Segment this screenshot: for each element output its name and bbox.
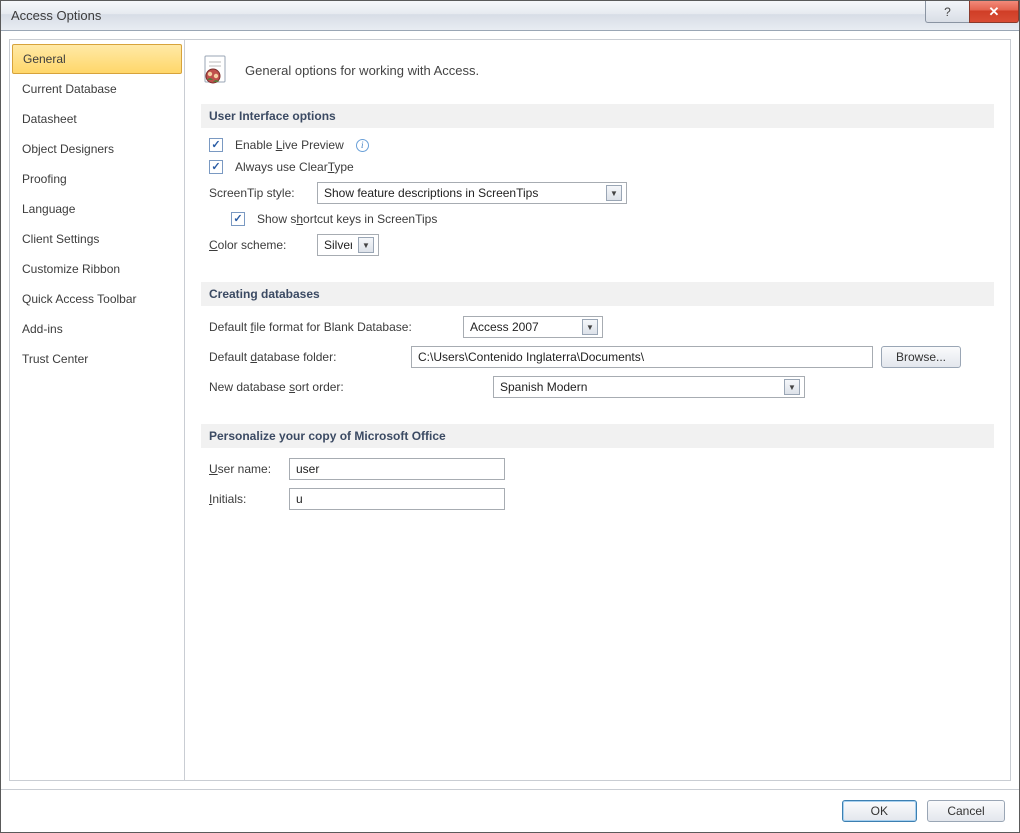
input-username[interactable] [289,458,505,480]
sidebar-item-label: Client Settings [22,232,99,246]
sidebar-item-label: Proofing [22,172,67,186]
sidebar-item-label: General [23,52,66,66]
section-ui-header: User Interface options [201,104,994,128]
cancel-button[interactable]: Cancel [927,800,1005,822]
label-enable-live-preview: Enable Live Preview [235,138,344,152]
label-initials: Initials: [209,492,281,506]
sidebar-item-client-settings[interactable]: Client Settings [10,224,184,254]
browse-button[interactable]: Browse... [881,346,961,368]
row-color-scheme: Color scheme: Silver ▼ [209,234,986,256]
help-button[interactable]: ? [925,1,969,23]
select-value: Spanish Modern [500,380,778,394]
row-cleartype: Always use ClearType [209,160,986,174]
titlebar-controls: ? ✕ [925,1,1019,25]
row-username: User name: [209,458,986,480]
sidebar-item-general[interactable]: General [12,44,182,74]
general-icon [201,54,233,86]
sidebar-item-proofing[interactable]: Proofing [10,164,184,194]
sidebar-item-current-database[interactable]: Current Database [10,74,184,104]
chevron-down-icon: ▼ [606,185,622,201]
sidebar-item-customize-ribbon[interactable]: Customize Ribbon [10,254,184,284]
row-file-format: Default file format for Blank Database: … [209,316,986,338]
titlebar: Access Options ? ✕ [1,1,1019,31]
chevron-down-icon: ▼ [784,379,800,395]
sidebar-item-datasheet[interactable]: Datasheet [10,104,184,134]
label-cleartype: Always use ClearType [235,160,354,174]
input-initials[interactable] [289,488,505,510]
row-enable-live-preview: Enable Live Preview i [209,138,986,152]
row-folder: Default database folder: Browse... [209,346,986,368]
sidebar-item-language[interactable]: Language [10,194,184,224]
row-initials: Initials: [209,488,986,510]
info-icon[interactable]: i [356,139,369,152]
select-screentip-style[interactable]: Show feature descriptions in ScreenTips … [317,182,627,204]
main-area: General Current Database Datasheet Objec… [1,31,1019,789]
sidebar-item-quick-access-toolbar[interactable]: Quick Access Toolbar [10,284,184,314]
select-color-scheme[interactable]: Silver ▼ [317,234,379,256]
label-color-scheme: Color scheme: [209,238,309,252]
sidebar-item-label: Datasheet [22,112,77,126]
select-value: Show feature descriptions in ScreenTips [324,186,600,200]
sidebar-item-label: Quick Access Toolbar [22,292,137,306]
row-screentip-style: ScreenTip style: Show feature descriptio… [209,182,986,204]
select-file-format[interactable]: Access 2007 ▼ [463,316,603,338]
sidebar-item-trust-center[interactable]: Trust Center [10,344,184,374]
row-sort-order: New database sort order: Spanish Modern … [209,376,986,398]
row-show-shortcut: Show shortcut keys in ScreenTips [231,212,986,226]
sidebar-item-label: Add-ins [22,322,63,336]
label-file-format: Default file format for Blank Database: [209,320,455,334]
section-db-body: Default file format for Blank Database: … [201,316,994,424]
label-username: User name: [209,462,281,476]
page-header: General options for working with Access. [201,54,994,86]
checkbox-cleartype[interactable] [209,160,223,174]
select-value: Silver [324,238,352,252]
select-sort-order[interactable]: Spanish Modern ▼ [493,376,805,398]
window-title: Access Options [11,8,101,23]
label-folder: Default database folder: [209,350,403,364]
label-show-shortcut: Show shortcut keys in ScreenTips [257,212,437,226]
sidebar-item-label: Language [22,202,75,216]
dialog-body: General Current Database Datasheet Objec… [1,31,1019,832]
sidebar-item-label: Current Database [22,82,117,96]
close-button[interactable]: ✕ [969,1,1019,23]
input-database-folder[interactable] [411,346,873,368]
checkbox-enable-live-preview[interactable] [209,138,223,152]
sidebar-item-object-designers[interactable]: Object Designers [10,134,184,164]
chevron-down-icon: ▼ [358,237,374,253]
section-ui-body: Enable Live Preview i Always use ClearTy… [201,138,994,282]
chevron-down-icon: ▼ [582,319,598,335]
content-panel: General options for working with Access.… [185,39,1011,781]
ok-button[interactable]: OK [842,800,917,822]
sidebar-item-add-ins[interactable]: Add-ins [10,314,184,344]
label-screentip-style: ScreenTip style: [209,186,309,200]
page-header-text: General options for working with Access. [245,63,479,78]
sidebar-item-label: Trust Center [22,352,88,366]
section-personalize-body: User name: Initials: [201,458,994,536]
sidebar-item-label: Object Designers [22,142,114,156]
sidebar: General Current Database Datasheet Objec… [9,39,185,781]
section-db-header: Creating databases [201,282,994,306]
section-personalize-header: Personalize your copy of Microsoft Offic… [201,424,994,448]
dialog-footer: OK Cancel [1,789,1019,832]
label-sort-order: New database sort order: [209,380,485,394]
sidebar-item-label: Customize Ribbon [22,262,120,276]
access-options-dialog: Access Options ? ✕ General Current Datab… [0,0,1020,833]
checkbox-show-shortcut[interactable] [231,212,245,226]
select-value: Access 2007 [470,320,576,334]
